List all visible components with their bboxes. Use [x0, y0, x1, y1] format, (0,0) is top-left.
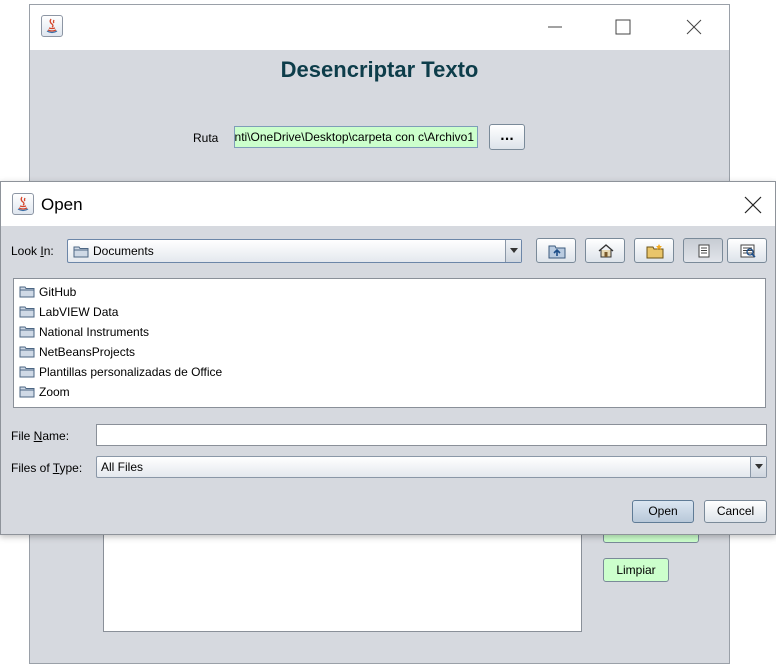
list-item[interactable]: LabVIEW Data — [14, 302, 765, 322]
details-view-button[interactable] — [727, 238, 767, 263]
home-button[interactable] — [585, 238, 625, 263]
look-in-value: Documents — [93, 244, 154, 258]
up-folder-button[interactable] — [536, 238, 576, 263]
close-icon[interactable] — [741, 194, 765, 216]
page-title: Desencriptar Texto — [280, 57, 479, 82]
home-icon — [598, 244, 614, 258]
file-type-value: All Files — [101, 460, 144, 474]
folder-icon — [19, 286, 35, 298]
file-type-label: Files of Type: — [11, 461, 83, 475]
details-view-icon — [740, 244, 756, 258]
limpiar-button[interactable]: Limpiar — [603, 558, 669, 582]
look-in-label: Look In: — [11, 244, 54, 258]
look-in-select[interactable]: Documents — [67, 239, 522, 263]
list-view-icon — [698, 244, 710, 258]
ruta-label: Ruta — [193, 131, 219, 145]
list-item[interactable]: Plantillas personalizadas de Office — [14, 362, 765, 382]
file-type-select[interactable]: All Files — [96, 456, 767, 478]
main-titlebar — [30, 5, 729, 50]
list-item[interactable]: National Instruments — [14, 322, 765, 342]
file-list[interactable]: GitHub LabVIEW Data National Instruments… — [13, 278, 766, 408]
open-dialog: Open Look In: Documents GitHub LabVIEW D… — [0, 181, 776, 535]
folder-icon — [19, 326, 35, 338]
file-name-input[interactable] — [96, 424, 767, 446]
up-folder-icon — [548, 245, 566, 259]
list-item[interactable]: Zoom — [14, 382, 765, 402]
open-button[interactable]: Open — [632, 500, 694, 523]
chevron-down-icon[interactable] — [750, 457, 766, 477]
java-icon — [12, 193, 34, 215]
maximize-icon[interactable] — [608, 15, 638, 39]
minimize-icon[interactable] — [540, 15, 570, 39]
output-text-area[interactable] — [103, 525, 582, 632]
file-name-label: File Name: — [11, 429, 70, 443]
browse-button[interactable]: ... — [489, 124, 525, 150]
new-folder-icon — [646, 244, 664, 259]
java-icon — [41, 15, 63, 37]
folder-icon — [19, 346, 35, 358]
cancel-button[interactable]: Cancel — [704, 500, 767, 523]
list-view-button[interactable] — [683, 238, 723, 263]
folder-icon — [73, 246, 89, 258]
folder-icon — [19, 366, 35, 378]
dialog-title: Open — [41, 195, 83, 214]
folder-icon — [19, 386, 35, 398]
dialog-titlebar: Open — [1, 182, 775, 226]
new-folder-button[interactable] — [634, 238, 674, 263]
chevron-down-icon[interactable] — [505, 240, 521, 262]
list-item[interactable]: NetBeansProjects — [14, 342, 765, 362]
list-item[interactable]: GitHub — [14, 282, 765, 302]
close-icon[interactable] — [679, 15, 709, 39]
folder-icon — [19, 306, 35, 318]
ruta-input[interactable]: C:\Users\Lenovo Yanti\OneDrive\Desktop\c… — [234, 126, 478, 148]
